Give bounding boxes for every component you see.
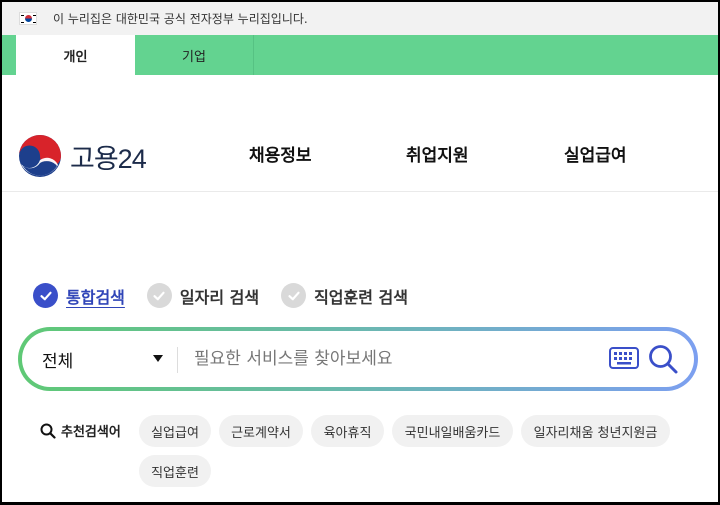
recommended-tag[interactable]: 일자리채움 청년지원금 bbox=[521, 415, 670, 447]
recommended-tag[interactable]: 국민내일배움카드 bbox=[392, 415, 513, 447]
tab-personal[interactable]: 개인 bbox=[16, 35, 135, 75]
recommended-tag[interactable]: 실업급여 bbox=[139, 415, 211, 447]
search-input[interactable] bbox=[194, 342, 594, 376]
recommended-tag[interactable]: 육아휴직 bbox=[311, 415, 384, 447]
search-type-training[interactable]: 직업훈련 검색 bbox=[281, 283, 408, 308]
user-type-tabs: 개인 기업 bbox=[2, 35, 718, 75]
recommended-label-text: 추천검색어 bbox=[61, 425, 121, 440]
gov-banner-text: 이 누리집은 대한민국 공식 전자정부 누리집입니다. bbox=[53, 12, 308, 26]
search-divider bbox=[177, 347, 178, 373]
nav-item-unemployment-benefit[interactable]: 실업급여 bbox=[564, 141, 627, 166]
search-icon[interactable] bbox=[647, 343, 679, 375]
recommended-keywords-label: 추천검색어 bbox=[40, 421, 121, 440]
virtual-keyboard-icon[interactable] bbox=[609, 347, 639, 369]
check-circle-icon bbox=[33, 283, 58, 308]
caret-down-icon[interactable] bbox=[153, 355, 163, 362]
search-category-select[interactable]: 전체 bbox=[42, 331, 170, 387]
gov-banner: 이 누리집은 대한민국 공식 전자정부 누리집입니다. bbox=[2, 2, 718, 35]
search-type-options: 통합검색 일자리 검색 직업훈련 검색 bbox=[33, 283, 430, 308]
search-type-label: 일자리 검색 bbox=[179, 287, 260, 307]
korean-flag-icon bbox=[19, 12, 37, 25]
search-box-inner: 전체 bbox=[22, 331, 694, 387]
main-nav: 채용정보 취업지원 실업급여 bbox=[2, 141, 718, 169]
search-type-label: 통합검색 bbox=[66, 287, 125, 307]
tab-business[interactable]: 기업 bbox=[135, 35, 254, 75]
site-header: 고용24 채용정보 취업지원 실업급여 bbox=[2, 75, 718, 192]
search-box: 전체 bbox=[18, 327, 698, 391]
search-type-integrated[interactable]: 통합검색 bbox=[33, 283, 125, 308]
nav-item-job-info[interactable]: 채용정보 bbox=[249, 141, 312, 166]
recommended-tag[interactable]: 근로계약서 bbox=[219, 415, 303, 447]
nav-item-employment-support[interactable]: 취업지원 bbox=[406, 141, 469, 166]
search-type-jobs[interactable]: 일자리 검색 bbox=[146, 283, 260, 308]
check-circle-icon bbox=[146, 283, 172, 308]
recommended-tag[interactable]: 직업훈련 bbox=[139, 455, 211, 487]
check-circle-icon bbox=[281, 283, 307, 308]
search-icon bbox=[40, 423, 56, 439]
search-type-label: 직업훈련 검색 bbox=[314, 287, 408, 307]
